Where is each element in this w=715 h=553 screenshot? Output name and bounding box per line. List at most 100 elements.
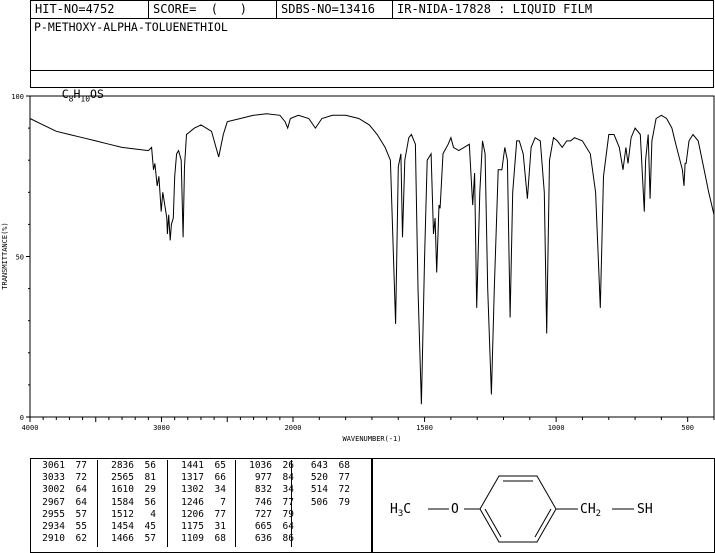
- oxygen-atom: O: [451, 502, 459, 517]
- peak-row: 1317 66: [176, 472, 226, 484]
- benzene-ring: [479, 475, 557, 543]
- peak-transmittance: 56: [144, 496, 156, 508]
- peak-wavenumber: 520: [310, 472, 328, 484]
- peak-transmittance: 65: [214, 460, 226, 471]
- peak-transmittance: 66: [214, 472, 226, 484]
- peak-row: 2967 64: [37, 497, 87, 509]
- peak-column: 643 68 520 77 514 72 506 79: [300, 460, 350, 509]
- peak-transmittance: 64: [75, 496, 87, 508]
- peak-transmittance: 55: [75, 521, 87, 533]
- ring-double-bond-2: [484, 508, 502, 538]
- peak-row: 1454 45: [106, 521, 156, 533]
- peak-transmittance: 62: [75, 533, 87, 545]
- peak-row: 1175 31: [176, 521, 226, 533]
- peak-row: 727 79: [244, 509, 294, 521]
- peak-transmittance: 81: [144, 472, 156, 484]
- peak-transmittance: 34: [214, 484, 226, 496]
- peak-wavenumber: 1466: [111, 533, 134, 545]
- peak-transmittance: 68: [214, 533, 226, 545]
- peak-row: 2836 56: [106, 460, 156, 472]
- peak-wavenumber: 1454: [111, 521, 134, 533]
- peak-row: 1302 34: [176, 484, 226, 496]
- peak-column-divider: [235, 460, 236, 548]
- peak-transmittance: 56: [144, 460, 156, 471]
- peak-row: 506 79: [300, 497, 350, 509]
- peak-wavenumber: 1246: [181, 496, 204, 508]
- peak-transmittance: 77: [214, 508, 226, 520]
- x-axis-label: WAVENUMBER(-1): [342, 435, 401, 443]
- x-tick-label: 1000: [548, 424, 565, 432]
- peak-wavenumber: 3061: [42, 460, 65, 471]
- peak-row: 2910 62: [37, 533, 87, 545]
- peak-row: 1512 4: [106, 509, 156, 521]
- peak-row: 520 77: [300, 472, 350, 484]
- y-tick-label: 100: [11, 93, 24, 101]
- peak-column: 2836 56 2565 81 1610 29 1584 56 1512 4 1454 45 1466 5…: [106, 460, 168, 548]
- peak-wavenumber: 1317: [181, 472, 204, 484]
- peak-wavenumber: 2836: [111, 460, 134, 471]
- peak-row: 1109 68: [176, 533, 226, 545]
- peak-wavenumber: 1512: [111, 508, 134, 520]
- peak-row: 832 34: [244, 484, 294, 496]
- peak-wavenumber: 636: [254, 533, 272, 545]
- structure-diagram: H3C O CH2 SH: [390, 475, 653, 543]
- peak-wavenumber: 977: [254, 472, 272, 484]
- peak-transmittance: 4: [150, 508, 156, 520]
- peak-wavenumber: 746: [254, 496, 272, 508]
- peak-wavenumber: 3002: [42, 484, 65, 496]
- x-tick-label: 4000: [22, 424, 39, 432]
- peak-wavenumber: 1441: [181, 460, 204, 471]
- peak-transmittance: 79: [338, 496, 350, 508]
- peak-row: 2565 81: [106, 472, 156, 484]
- peak-row: 1610 29: [106, 484, 156, 496]
- peak-transmittance: 77: [75, 460, 87, 471]
- peak-wavenumber: 1175: [181, 521, 204, 533]
- peak-row: 2934 55: [37, 521, 87, 533]
- peak-wavenumber: 1302: [181, 484, 204, 496]
- ir-spectrum-chart: 4000 3000 2000 1500 1000 500100500 WAVENUMBER…: [1, 93, 715, 443]
- peak-row: 1584 56: [106, 497, 156, 509]
- peak-transmittance: 77: [338, 472, 350, 484]
- peak-row: 2955 57: [37, 509, 87, 521]
- peak-transmittance: 57: [144, 533, 156, 545]
- peak-row: 3002 64: [37, 484, 87, 496]
- peak-row: 643 68: [300, 460, 350, 472]
- peak-wavenumber: 1584: [111, 496, 134, 508]
- peak-wavenumber: 1036: [249, 460, 272, 471]
- peak-row: 3061 77: [37, 460, 87, 472]
- peak-row: 746 77: [244, 497, 294, 509]
- spectrum-line: [29, 113, 715, 405]
- plot-frame: [29, 95, 715, 418]
- peak-row: 1206 77: [176, 509, 226, 521]
- peak-column: 1441 65 1317 66 1302 34 1246 7 1206 77 1175 31 1109 6…: [176, 460, 236, 548]
- methylene-group: CH2: [580, 502, 601, 519]
- x-tick-label: 3000: [153, 424, 170, 432]
- peak-transmittance: 29: [144, 484, 156, 496]
- peak-wavenumber: 2967: [42, 496, 65, 508]
- y-tick-label: 50: [16, 254, 24, 262]
- peak-wavenumber: 643: [310, 460, 328, 471]
- peak-column: 3061 77 3033 72 3002 64 2967 64 2955 57 2934 55 2910…: [37, 460, 98, 548]
- peak-wavenumber: 1206: [181, 508, 204, 520]
- methyl-h: H3C: [390, 502, 411, 519]
- peak-wavenumber: 2910: [42, 533, 65, 545]
- y-tick-label: 0: [20, 414, 24, 422]
- chart-axes: [29, 95, 715, 418]
- peak-transmittance: 31: [214, 521, 226, 533]
- peak-row: 1246 7: [176, 497, 226, 509]
- peak-row: 977 84: [244, 472, 294, 484]
- thiol-group: SH: [637, 502, 653, 517]
- peak-wavenumber: 1109: [181, 533, 204, 545]
- peak-column: 1036 26 977 84 832 34 746 77 727 79 665 64 636 86: [244, 460, 294, 548]
- peak-row: 514 72: [300, 484, 350, 496]
- peak-transmittance: 64: [75, 484, 87, 496]
- x-tick-label: 2000: [285, 424, 302, 432]
- peak-wavenumber: 514: [310, 484, 328, 496]
- peak-transmittance: 72: [75, 472, 87, 484]
- peak-column-divider: [291, 460, 292, 548]
- peak-row: 3033 72: [37, 472, 87, 484]
- y-axis-label: TRANSMITTANCE(%): [1, 222, 9, 289]
- peak-transmittance: 72: [338, 484, 350, 496]
- peak-column-divider: [167, 460, 168, 548]
- peak-transmittance: 7: [220, 496, 226, 508]
